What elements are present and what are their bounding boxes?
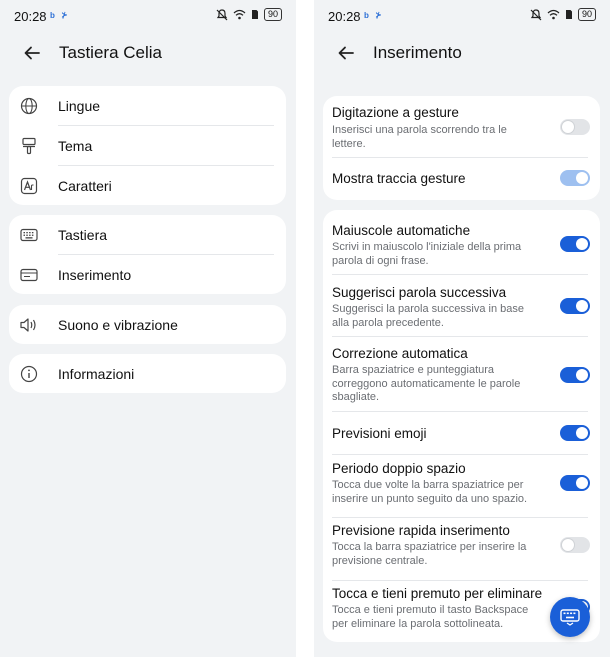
status-time: 20:28 — [328, 9, 361, 24]
menu-item-tema[interactable]: Tema — [9, 126, 286, 165]
menu-item-label: Caratteri — [58, 177, 112, 194]
status-icons: 90 — [530, 8, 596, 21]
setting-title: Suggerisci parola successiva — [332, 285, 507, 300]
info-icon — [19, 364, 39, 384]
settings-group-gesture: Digitazione a gesture Inserisci una paro… — [323, 96, 600, 200]
settings-screen-left: 20:28 b ⊁ 90 Tastiera Celia Lingue Tema — [0, 0, 296, 657]
wifi-icon — [233, 9, 246, 20]
menu-item-label: Inserimento — [58, 266, 132, 283]
status-bar: 20:28 b ⊁ 90 — [0, 0, 296, 32]
back-button[interactable] — [20, 41, 44, 65]
settings-group-sound: Suono e vibrazione — [9, 305, 286, 344]
mute-icon — [530, 8, 542, 20]
settings-group-keyboard: Tastiera Inserimento — [9, 215, 286, 294]
arrow-left-icon — [24, 46, 40, 60]
page-title: Inserimento — [373, 43, 462, 62]
arrow-left-icon — [338, 46, 354, 60]
sim-icon — [251, 10, 258, 19]
font-icon — [19, 176, 39, 196]
setting-title: Tocca e tieni premuto per eliminare — [332, 586, 543, 601]
keyboard-icon — [19, 225, 39, 245]
notification-icons: b ⊁ — [364, 11, 384, 20]
menu-item-tastiera[interactable]: Tastiera — [9, 215, 286, 255]
setting-title: Correzione automatica — [332, 346, 468, 361]
emoji-predictions-toggle[interactable] — [560, 425, 590, 441]
settings-group-text-correction: Maiuscole automatiche Scrivi in maiuscol… — [323, 210, 600, 642]
setting-gesture-typing[interactable]: Digitazione a gesture Inserisci una paro… — [323, 96, 600, 157]
setting-title: Maiuscole automatiche — [332, 223, 471, 238]
keyboard-icon — [560, 609, 580, 626]
setting-description: Inserisci una parola scorrendo tra le le… — [332, 124, 507, 150]
menu-item-informazioni[interactable]: Informazioni — [9, 354, 286, 393]
setting-title: Mostra traccia gesture — [332, 171, 466, 186]
menu-item-suono-vibrazione[interactable]: Suono e vibrazione — [9, 305, 286, 344]
menu-item-caratteri[interactable]: Caratteri — [9, 166, 286, 205]
next-word-suggestion-toggle[interactable] — [560, 298, 590, 314]
menu-item-inserimento[interactable]: Inserimento — [9, 255, 286, 294]
page-title: Tastiera Celia — [59, 43, 162, 62]
setting-next-word-suggestion[interactable]: Suggerisci parola successiva Suggerisci … — [323, 275, 600, 336]
status-bar: 20:28 b ⊁ 90 — [314, 0, 610, 32]
paintbrush-icon — [19, 136, 39, 156]
speaker-icon — [19, 315, 39, 335]
setting-description: Tocca due volte la barra spaziatrice per… — [332, 479, 528, 505]
setting-autocorrect[interactable]: Correzione automatica Barra spaziatrice … — [323, 337, 600, 411]
page-header: Inserimento — [314, 36, 610, 70]
setting-description: Tocca la barra spaziatrice per inserire … — [332, 541, 527, 567]
menu-item-label: Lingue — [58, 98, 101, 114]
menu-item-label: Informazioni — [58, 365, 135, 382]
menu-item-lingue[interactable]: Lingue — [9, 86, 286, 126]
sim-icon — [565, 10, 572, 19]
setting-description: Tocca e tieni premuto il tasto Backspace… — [332, 604, 529, 630]
setting-auto-capitalization[interactable]: Maiuscole automatiche Scrivi in maiuscol… — [323, 210, 600, 274]
battery-indicator: 90 — [263, 8, 282, 21]
wifi-icon — [547, 9, 560, 20]
keyboard-fab-button[interactable] — [550, 597, 590, 637]
settings-screen-right: 20:28 b ⊁ 90 Inserimento Digitazione a g… — [314, 0, 610, 657]
input-icon — [19, 265, 39, 285]
setting-title: Previsioni emoji — [332, 426, 427, 441]
settings-group-appearance: Lingue Tema Caratteri — [9, 86, 286, 205]
setting-show-gesture-trail[interactable]: Mostra traccia gesture — [323, 158, 600, 200]
settings-group-info: Informazioni — [9, 354, 286, 393]
back-button[interactable] — [334, 41, 358, 65]
autocorrect-toggle[interactable] — [560, 367, 590, 383]
battery-indicator: 90 — [577, 8, 596, 21]
setting-title: Periodo doppio spazio — [332, 461, 466, 476]
setting-title: Previsione rapida inserimento — [332, 523, 510, 538]
status-time: 20:28 — [14, 9, 47, 24]
menu-item-label: Tema — [58, 137, 93, 154]
setting-description: Scrivi in maiuscolo l'iniziale della pri… — [332, 241, 522, 267]
menu-item-label: Suono e vibrazione — [58, 316, 178, 333]
setting-title: Digitazione a gesture — [332, 105, 459, 120]
gesture-typing-toggle[interactable] — [560, 119, 590, 135]
globe-icon — [19, 96, 39, 116]
page-header: Tastiera Celia — [0, 36, 296, 70]
setting-emoji-predictions[interactable]: Previsioni emoji — [323, 412, 600, 454]
auto-capitalization-toggle[interactable] — [560, 236, 590, 252]
gesture-trail-toggle[interactable] — [560, 170, 590, 186]
mute-icon — [216, 8, 228, 20]
menu-item-label: Tastiera — [58, 227, 108, 243]
quick-prediction-toggle[interactable] — [560, 537, 590, 553]
notification-icons: b ⊁ — [50, 11, 70, 20]
double-space-period-toggle[interactable] — [560, 475, 590, 491]
setting-description: Barra spaziatrice e punteggiatura correg… — [332, 364, 521, 403]
status-icons: 90 — [216, 8, 282, 21]
setting-description: Suggerisci la parola successiva in base … — [332, 303, 524, 329]
setting-quick-prediction-insert[interactable]: Previsione rapida inserimento Tocca la b… — [323, 518, 600, 580]
setting-double-space-period[interactable]: Periodo doppio spazio Tocca due volte la… — [323, 455, 600, 517]
